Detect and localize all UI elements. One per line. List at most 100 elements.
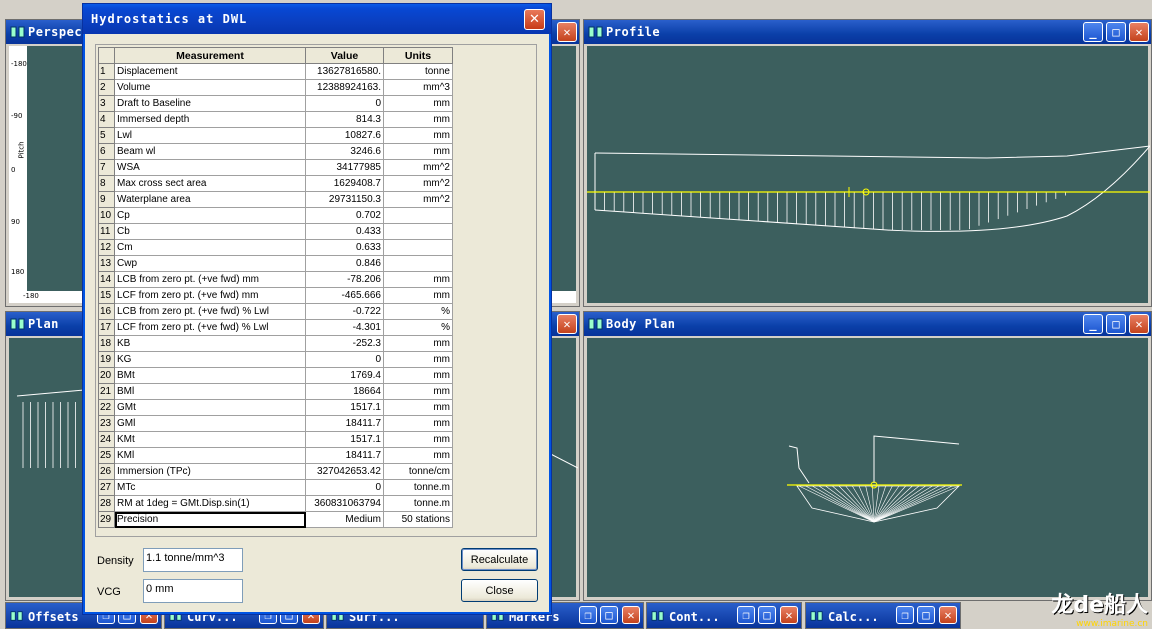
close-button[interactable]: ✕ xyxy=(1129,314,1149,334)
restore-button[interactable]: ❐ xyxy=(896,606,914,624)
value-cell[interactable]: 360831063794 xyxy=(305,495,384,512)
measurement-cell[interactable]: Max cross sect area xyxy=(114,175,306,192)
value-cell[interactable]: 0 xyxy=(305,95,384,112)
value-cell[interactable]: 34177985 xyxy=(305,159,384,176)
table-row[interactable]: 19 KG 0 mm xyxy=(98,351,453,368)
minimized-contours[interactable]: Cont... ❐ □ ✕ xyxy=(646,602,802,629)
measurement-cell[interactable]: WSA xyxy=(114,159,306,176)
value-cell[interactable]: -465.666 xyxy=(305,287,384,304)
units-cell[interactable]: mm^3 xyxy=(383,79,453,96)
units-cell[interactable]: mm xyxy=(383,447,453,464)
units-cell[interactable]: mm xyxy=(383,367,453,384)
table-row[interactable]: 21 BMl 18664 mm xyxy=(98,383,453,400)
value-cell[interactable]: 1629408.7 xyxy=(305,175,384,192)
measurement-cell[interactable]: RM at 1deg = GMt.Disp.sin(1) xyxy=(114,495,306,512)
value-cell[interactable]: 13627816580. xyxy=(305,63,384,80)
table-row[interactable]: 20 BMt 1769.4 mm xyxy=(98,367,453,384)
table-row[interactable]: 28 RM at 1deg = GMt.Disp.sin(1) 3608310637… xyxy=(98,495,453,512)
measurement-cell[interactable]: Cm xyxy=(114,239,306,256)
close-button[interactable]: ✕ xyxy=(557,314,577,334)
measurement-cell[interactable]: Volume xyxy=(114,79,306,96)
value-cell[interactable]: 0 xyxy=(305,479,384,496)
table-row[interactable]: 1 Displacement 13627816580. tonne xyxy=(98,63,453,80)
value-cell[interactable]: 0.433 xyxy=(305,223,384,240)
measurement-cell[interactable]: LCF from zero pt. (+ve fwd) mm xyxy=(114,287,306,304)
measurement-cell[interactable]: Lwl xyxy=(114,127,306,144)
value-cell[interactable]: 3246.6 xyxy=(305,143,384,160)
table-row[interactable]: 2 Volume 12388924163. mm^3 xyxy=(98,79,453,96)
units-cell[interactable]: mm xyxy=(383,287,453,304)
table-row[interactable]: 29 Precision Medium 50 stations xyxy=(98,511,453,528)
value-cell[interactable]: 0.702 xyxy=(305,207,384,224)
units-cell[interactable]: mm xyxy=(383,271,453,288)
value-cell[interactable]: 18664 xyxy=(305,383,384,400)
value-cell[interactable]: Medium xyxy=(305,511,384,528)
maximize-button[interactable]: □ xyxy=(758,606,776,624)
units-cell[interactable] xyxy=(383,207,453,224)
table-row[interactable]: 10 Cp 0.702 xyxy=(98,207,453,224)
measurement-cell[interactable]: MTc xyxy=(114,479,306,496)
density-field[interactable]: 1.1 tonne/mm^3 xyxy=(143,548,243,572)
table-row[interactable]: 17 LCF from zero pt. (+ve fwd) % Lwl -4.30… xyxy=(98,319,453,336)
minimized-calcs[interactable]: Calc... ❐ □ ✕ xyxy=(805,602,961,629)
units-cell[interactable]: mm xyxy=(383,415,453,432)
close-button[interactable]: ✕ xyxy=(1129,22,1149,42)
measurement-cell[interactable]: Beam wl xyxy=(114,143,306,160)
units-cell[interactable]: mm xyxy=(383,383,453,400)
units-cell[interactable]: mm xyxy=(383,431,453,448)
value-cell[interactable]: 1517.1 xyxy=(305,399,384,416)
table-row[interactable]: 27 MTc 0 tonne.m xyxy=(98,479,453,496)
value-cell[interactable]: 814.3 xyxy=(305,111,384,128)
measurement-cell[interactable]: Immersed depth xyxy=(114,111,306,128)
measurement-cell[interactable]: Waterplane area xyxy=(114,191,306,208)
table-row[interactable]: 25 KMl 18411.7 mm xyxy=(98,447,453,464)
hydrostatics-grid[interactable]: Measurement Value Units 1 Displacement 136… xyxy=(95,44,537,537)
table-row[interactable]: 16 LCB from zero pt. (+ve fwd) % Lwl -0.72… xyxy=(98,303,453,320)
table-row[interactable]: 6 Beam wl 3246.6 mm xyxy=(98,143,453,160)
measurement-cell[interactable]: Displacement xyxy=(114,63,306,80)
value-cell[interactable]: 1517.1 xyxy=(305,431,384,448)
table-row[interactable]: 22 GMt 1517.1 mm xyxy=(98,399,453,416)
table-row[interactable]: 24 KMt 1517.1 mm xyxy=(98,431,453,448)
value-cell[interactable]: 18411.7 xyxy=(305,447,384,464)
table-row[interactable]: 12 Cm 0.633 xyxy=(98,239,453,256)
value-cell[interactable]: -0.722 xyxy=(305,303,384,320)
value-cell[interactable]: -4.301 xyxy=(305,319,384,336)
value-cell[interactable]: -78.206 xyxy=(305,271,384,288)
recalculate-button[interactable]: Recalculate xyxy=(461,548,538,571)
table-row[interactable]: 4 Immersed depth 814.3 mm xyxy=(98,111,453,128)
units-cell[interactable]: mm xyxy=(383,399,453,416)
table-row[interactable]: 11 Cb 0.433 xyxy=(98,223,453,240)
column-header[interactable]: Value xyxy=(305,47,384,64)
value-cell[interactable]: -252.3 xyxy=(305,335,384,352)
measurement-cell[interactable]: GMt xyxy=(114,399,306,416)
table-row[interactable]: 26 Immersion (TPc) 327042653.42 tonne/cm xyxy=(98,463,453,480)
restore-button[interactable]: ❐ xyxy=(737,606,755,624)
table-row[interactable]: 23 GMl 18411.7 mm xyxy=(98,415,453,432)
restore-button[interactable]: ❐ xyxy=(579,606,597,624)
measurement-cell[interactable]: KB xyxy=(114,335,306,352)
units-cell[interactable]: tonne.m xyxy=(383,479,453,496)
measurement-cell[interactable]: Cp xyxy=(114,207,306,224)
measurement-cell[interactable]: LCB from zero pt. (+ve fwd) % Lwl xyxy=(114,303,306,320)
measurement-cell[interactable]: LCF from zero pt. (+ve fwd) % Lwl xyxy=(114,319,306,336)
units-cell[interactable]: tonne.m xyxy=(383,495,453,512)
table-row[interactable]: 14 LCB from zero pt. (+ve fwd) mm -78.206 m… xyxy=(98,271,453,288)
value-cell[interactable]: 0.846 xyxy=(305,255,384,272)
table-row[interactable]: 15 LCF from zero pt. (+ve fwd) mm -465.666… xyxy=(98,287,453,304)
maximize-button[interactable]: □ xyxy=(1106,22,1126,42)
column-header[interactable]: Measurement xyxy=(114,47,306,64)
units-cell[interactable]: mm^2 xyxy=(383,191,453,208)
pitch-ruler[interactable]: -180 -90 0 90 180 Pitch xyxy=(9,46,27,303)
units-cell[interactable] xyxy=(383,239,453,256)
value-cell[interactable]: 327042653.42 xyxy=(305,463,384,480)
close-button[interactable]: ✕ xyxy=(939,606,957,624)
measurement-cell[interactable]: KMl xyxy=(114,447,306,464)
table-row[interactable]: 13 Cwp 0.846 xyxy=(98,255,453,272)
value-cell[interactable]: 0.633 xyxy=(305,239,384,256)
close-button[interactable]: ✕ xyxy=(780,606,798,624)
table-row[interactable]: 9 Waterplane area 29731150.3 mm^2 xyxy=(98,191,453,208)
units-cell[interactable]: mm xyxy=(383,351,453,368)
profile-canvas[interactable] xyxy=(587,46,1150,303)
units-cell[interactable]: mm xyxy=(383,143,453,160)
